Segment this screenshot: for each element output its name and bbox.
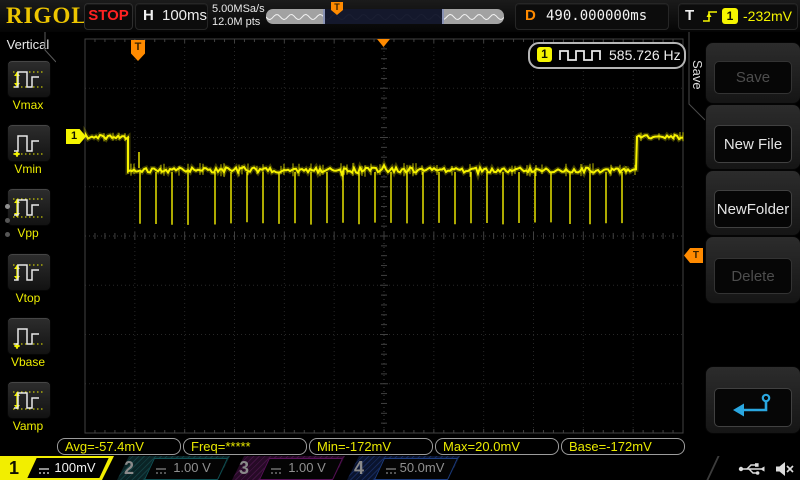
page-indicator-dot [5, 218, 10, 223]
menu-item-vmin[interactable]: Vmin [7, 124, 51, 176]
softkey-slot: Delete [705, 236, 800, 304]
frequency-counter: 1 585.726 Hz [528, 42, 686, 69]
top-status-bar: RIGOL STOP H 100ms 5.00MSa/s 12.0M pts T… [0, 0, 800, 32]
delay-group: D 490.000000ms [515, 3, 669, 30]
new-folder-button[interactable]: NewFolder [714, 190, 792, 228]
menu-tab-save: Save [690, 60, 705, 90]
acquisition-info: 5.00MSa/s 12.0M pts [212, 3, 265, 29]
channel-scale: 1.00 V [173, 460, 211, 475]
menu-item-vamp[interactable]: Vamp [7, 381, 51, 433]
save-menu: Save Save New File NewFolder Delete [688, 32, 800, 456]
divider [706, 456, 720, 480]
channel2-status[interactable]: 2 1.00 V [117, 456, 230, 480]
menu-item-vpp[interactable]: Vpp [7, 188, 51, 240]
vtop-icon [13, 264, 43, 281]
softkey-slot: NewFolder [705, 170, 800, 236]
vpp-icon [13, 198, 43, 218]
sample-rate-value: 5.00MSa/s [212, 3, 265, 15]
trigger-group[interactable]: T 1 -232mV [678, 3, 798, 30]
measurement-min: Min=-172mV [309, 438, 433, 455]
channel-scale: 100mV [54, 460, 96, 475]
new-file-button[interactable]: New File [714, 125, 792, 163]
vmin-icon [13, 135, 43, 157]
menu-item-label: Vmax [12, 98, 44, 112]
brand-logo: RIGOL [6, 3, 88, 28]
horizontal-preview-bar [266, 9, 504, 24]
usb-icon [738, 463, 765, 476]
timebase-group[interactable]: H 100ms [135, 3, 208, 30]
menu-item-label: Vamp [12, 419, 44, 433]
channel-number: 4 [354, 458, 365, 478]
channel-scale: 1.00 V [288, 460, 326, 475]
oscilloscope-screen: RIGOL STOP H 100ms 5.00MSa/s 12.0M pts T… [0, 0, 800, 480]
menu-item-vmax[interactable]: Vmax [7, 60, 51, 112]
freq-channel-badge: 1 [537, 47, 552, 62]
save-button[interactable]: Save [714, 61, 792, 94]
channel1-status[interactable]: 1 100mV [0, 456, 114, 480]
trigger-source-badge: 1 [722, 8, 738, 24]
rising-edge-icon [701, 8, 719, 25]
channel-number: 3 [239, 458, 250, 478]
return-button[interactable] [714, 388, 792, 427]
trigger-level-value: -232mV [743, 8, 793, 24]
softkey-slot: New File [705, 104, 800, 170]
ch1-waveform [83, 125, 684, 225]
square-wave-icon [558, 47, 604, 69]
timebase-label: H [143, 7, 154, 24]
measurement-avg: Avg=-57.4mV [57, 438, 181, 455]
menu-item-label: Vmin [14, 162, 42, 176]
softkey-slot: Save [705, 42, 800, 104]
page-indicator-dot [5, 204, 10, 209]
freq-value: 585.726 Hz [609, 47, 681, 63]
measurement-base: Base=-172mV [561, 438, 685, 455]
speaker-muted-icon [776, 461, 795, 476]
channel4-status[interactable]: 4 50.0mV [347, 456, 460, 480]
vbase-icon [13, 328, 43, 349]
channel-number: 1 [9, 458, 20, 478]
menu-item-vtop[interactable]: Vtop [7, 253, 51, 305]
run-state-badge: STOP [84, 3, 133, 30]
channel-status-bar: 1 100mV 2 1.00 V 3 1.00 V 4 50.0mV [0, 456, 800, 480]
status-icons [738, 460, 799, 478]
measurement-freq: Freq=***** [183, 438, 307, 455]
channel-scale: 50.0mV [399, 460, 445, 475]
channel3-status[interactable]: 3 1.00 V [232, 456, 345, 480]
delay-label: D [525, 7, 536, 24]
timebase-value: 100ms [162, 7, 208, 24]
menu-item-vbase[interactable]: Vbase [7, 317, 51, 369]
vertical-measure-menu: Vertical Vmax Vmin Vpp Vtop Vbase Vamp [0, 32, 56, 456]
page-indicator-dot [5, 232, 10, 237]
delay-value: 490.000000ms [546, 8, 648, 24]
softkey-slot [705, 366, 800, 434]
measurement-max: Max=20.0mV [435, 438, 559, 455]
menu-item-label: Vbase [10, 355, 46, 369]
delete-button[interactable]: Delete [714, 258, 792, 294]
vmax-icon [13, 71, 43, 88]
memory-depth-value: 12.0M pts [212, 16, 261, 28]
vamp-icon [13, 391, 43, 410]
menu-item-label: Vtop [15, 291, 41, 305]
channel-number: 2 [124, 458, 135, 478]
return-arrow-icon [731, 392, 775, 423]
trigger-label: T [685, 7, 695, 24]
